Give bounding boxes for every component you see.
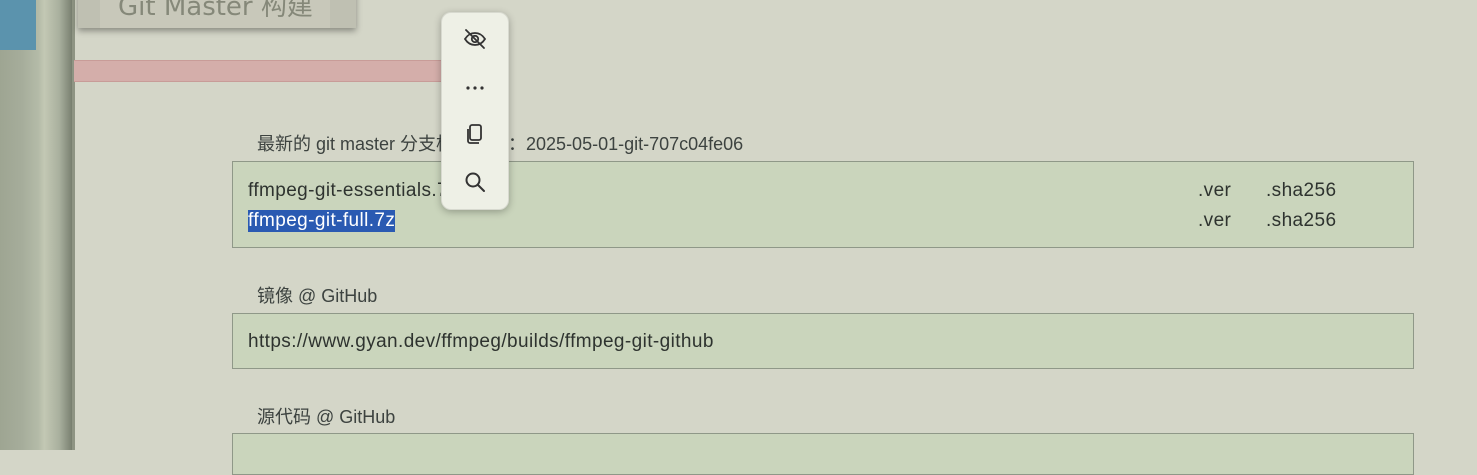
copy-icon[interactable] [459,118,491,150]
ver-link-full[interactable]: .ver [1198,210,1231,232]
more-icon[interactable] [459,70,491,102]
file-link-full[interactable]: ffmpeg-git-full.7z [248,210,396,232]
left-background [0,0,74,450]
source-box [232,433,1414,475]
ver-link-essentials[interactable]: .ver [1198,180,1231,202]
mirror-box: https://www.gyan.dev/ffmpeg/builds/ffmpe… [232,313,1414,369]
header-title-box: Git Master 构建 [100,0,330,28]
pink-band [74,60,468,82]
latest-build-box: ffmpeg-git-essentials.7z .ver .sha256 ff… [232,161,1414,248]
search-icon[interactable] [459,166,491,198]
sha256-link-full[interactable]: .sha256 [1266,210,1336,232]
eye-off-icon[interactable] [459,23,491,55]
page-title: Git Master 构建 [118,0,313,22]
sha256-link-essentials[interactable]: .sha256 [1266,180,1336,202]
source-label: 源代码 @ GitHub [257,407,396,427]
mirror-label: 镜像 @ GitHub [257,286,378,306]
file-link-essentials[interactable]: ffmpeg-git-essentials.7z [248,180,458,202]
left-accent [0,0,36,50]
mirror-link[interactable]: https://www.gyan.dev/ffmpeg/builds/ffmpe… [248,331,714,353]
selection-popup [441,12,509,210]
